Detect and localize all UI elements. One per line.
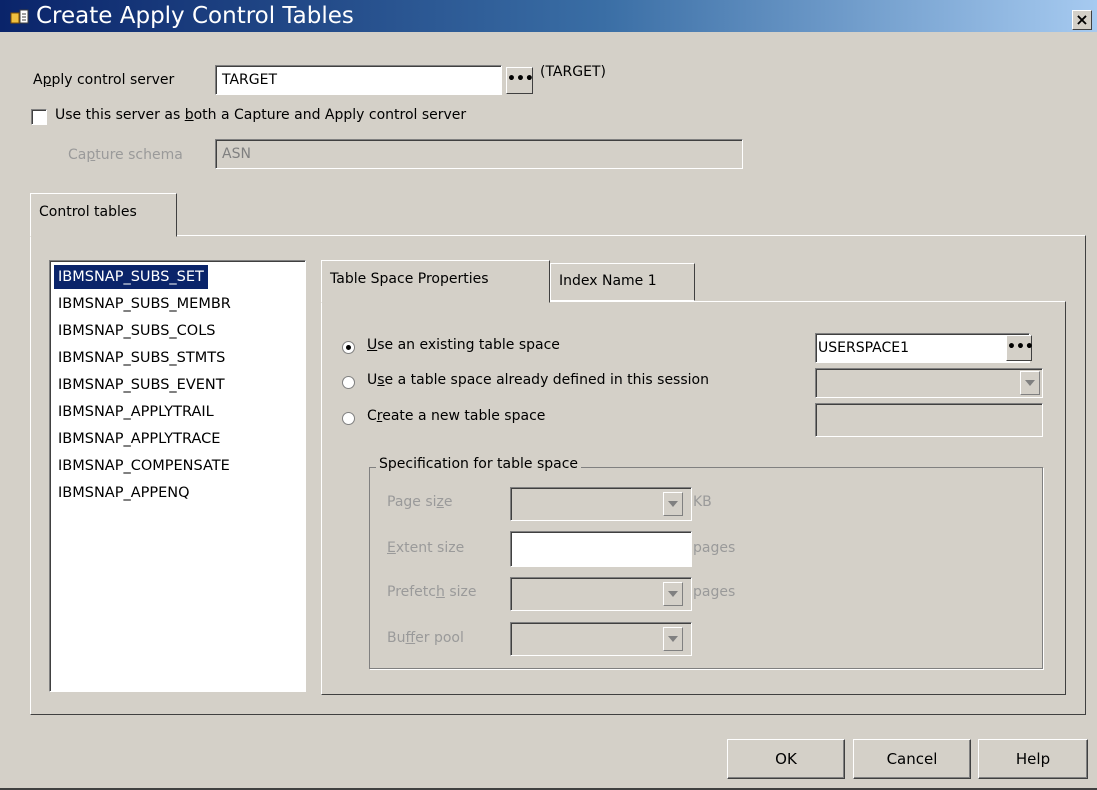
apply-server-note: (TARGET) xyxy=(540,64,606,80)
list-item[interactable]: IBMSNAP_APPLYTRAIL xyxy=(54,400,218,424)
page-size-unit: KB xyxy=(693,494,712,510)
use-both-label: Use this server as both a Capture and Ap… xyxy=(55,107,467,123)
capture-schema-input[interactable]: ASN xyxy=(215,139,743,169)
extent-size-unit: pages xyxy=(693,540,736,556)
cancel-button[interactable]: Cancel xyxy=(853,739,971,779)
tab-index-name-label: Index Name 1 xyxy=(559,273,657,289)
existing-table-space-radio[interactable] xyxy=(342,341,355,354)
chevron-down-icon xyxy=(668,501,678,507)
control-tables-list[interactable]: IBMSNAP_SUBS_SET IBMSNAP_SUBS_MEMBR IBMS… xyxy=(49,260,306,692)
help-button[interactable]: Help xyxy=(978,739,1088,779)
list-item[interactable]: IBMSNAP_COMPENSATE xyxy=(54,454,234,478)
session-table-space-label: Use a table space already defined in thi… xyxy=(367,372,709,388)
prefetch-size-dropdown-button[interactable] xyxy=(663,582,683,606)
buffer-pool-dropdown-button[interactable] xyxy=(663,627,683,651)
extent-size-label: Extent size xyxy=(387,540,465,556)
capture-schema-label: Capture schema xyxy=(68,147,183,163)
title-bar: Create Apply Control Tables × xyxy=(0,0,1097,32)
chevron-down-icon xyxy=(1025,380,1035,386)
new-table-space-label: Create a new table space xyxy=(367,408,546,424)
apply-server-label: Apply control server xyxy=(33,72,175,88)
list-item[interactable]: IBMSNAP_SUBS_SET xyxy=(54,265,208,289)
tab-index-name[interactable]: Index Name 1 xyxy=(550,263,695,301)
existing-table-space-browse-button[interactable]: ••• xyxy=(1006,335,1034,361)
page-size-dropdown-button[interactable] xyxy=(663,492,683,516)
new-table-space-radio[interactable] xyxy=(342,412,355,425)
page-size-label: Page size xyxy=(387,494,453,510)
existing-table-space-label: Use an existing table space xyxy=(367,337,560,353)
list-item[interactable]: IBMSNAP_APPENQ xyxy=(54,481,194,505)
prefetch-size-unit: pages xyxy=(693,584,736,600)
list-item[interactable]: IBMSNAP_SUBS_COLS xyxy=(54,319,219,343)
list-item[interactable]: IBMSNAP_SUBS_STMTS xyxy=(54,346,229,370)
app-icon xyxy=(10,9,29,24)
tab-table-space-properties[interactable]: Table Space Properties xyxy=(321,260,550,303)
session-table-space-combo[interactable] xyxy=(815,368,1043,398)
window-title: Create Apply Control Tables xyxy=(36,3,354,29)
use-both-checkbox[interactable] xyxy=(31,109,47,125)
existing-table-space-input[interactable]: USERSPACE1 xyxy=(815,333,1030,363)
tab-control-tables-label: Control tables xyxy=(39,204,137,220)
radio-selected-dot xyxy=(346,345,351,350)
list-item[interactable]: IBMSNAP_SUBS_MEMBR xyxy=(54,292,235,316)
new-table-space-input[interactable] xyxy=(815,403,1043,437)
tab-table-space-properties-label: Table Space Properties xyxy=(330,271,489,287)
chevron-down-icon xyxy=(668,591,678,597)
specification-title: Specification for table space xyxy=(376,456,582,472)
apply-server-input[interactable]: TARGET xyxy=(215,65,502,95)
list-item[interactable]: IBMSNAP_SUBS_EVENT xyxy=(54,373,229,397)
chevron-down-icon xyxy=(668,636,678,642)
ok-button[interactable]: OK xyxy=(727,739,845,779)
apply-server-browse-button[interactable]: ••• xyxy=(506,67,534,94)
prefetch-size-label: Prefetch size xyxy=(387,584,477,600)
tab-control-tables[interactable]: Control tables xyxy=(30,193,177,237)
session-table-space-radio[interactable] xyxy=(342,376,355,389)
buffer-pool-label: Buffer pool xyxy=(387,630,464,646)
list-item[interactable]: IBMSNAP_APPLYTRACE xyxy=(54,427,224,451)
extent-size-input[interactable] xyxy=(510,531,692,567)
session-combo-dropdown-button[interactable] xyxy=(1020,371,1040,395)
close-button[interactable]: × xyxy=(1072,10,1092,30)
